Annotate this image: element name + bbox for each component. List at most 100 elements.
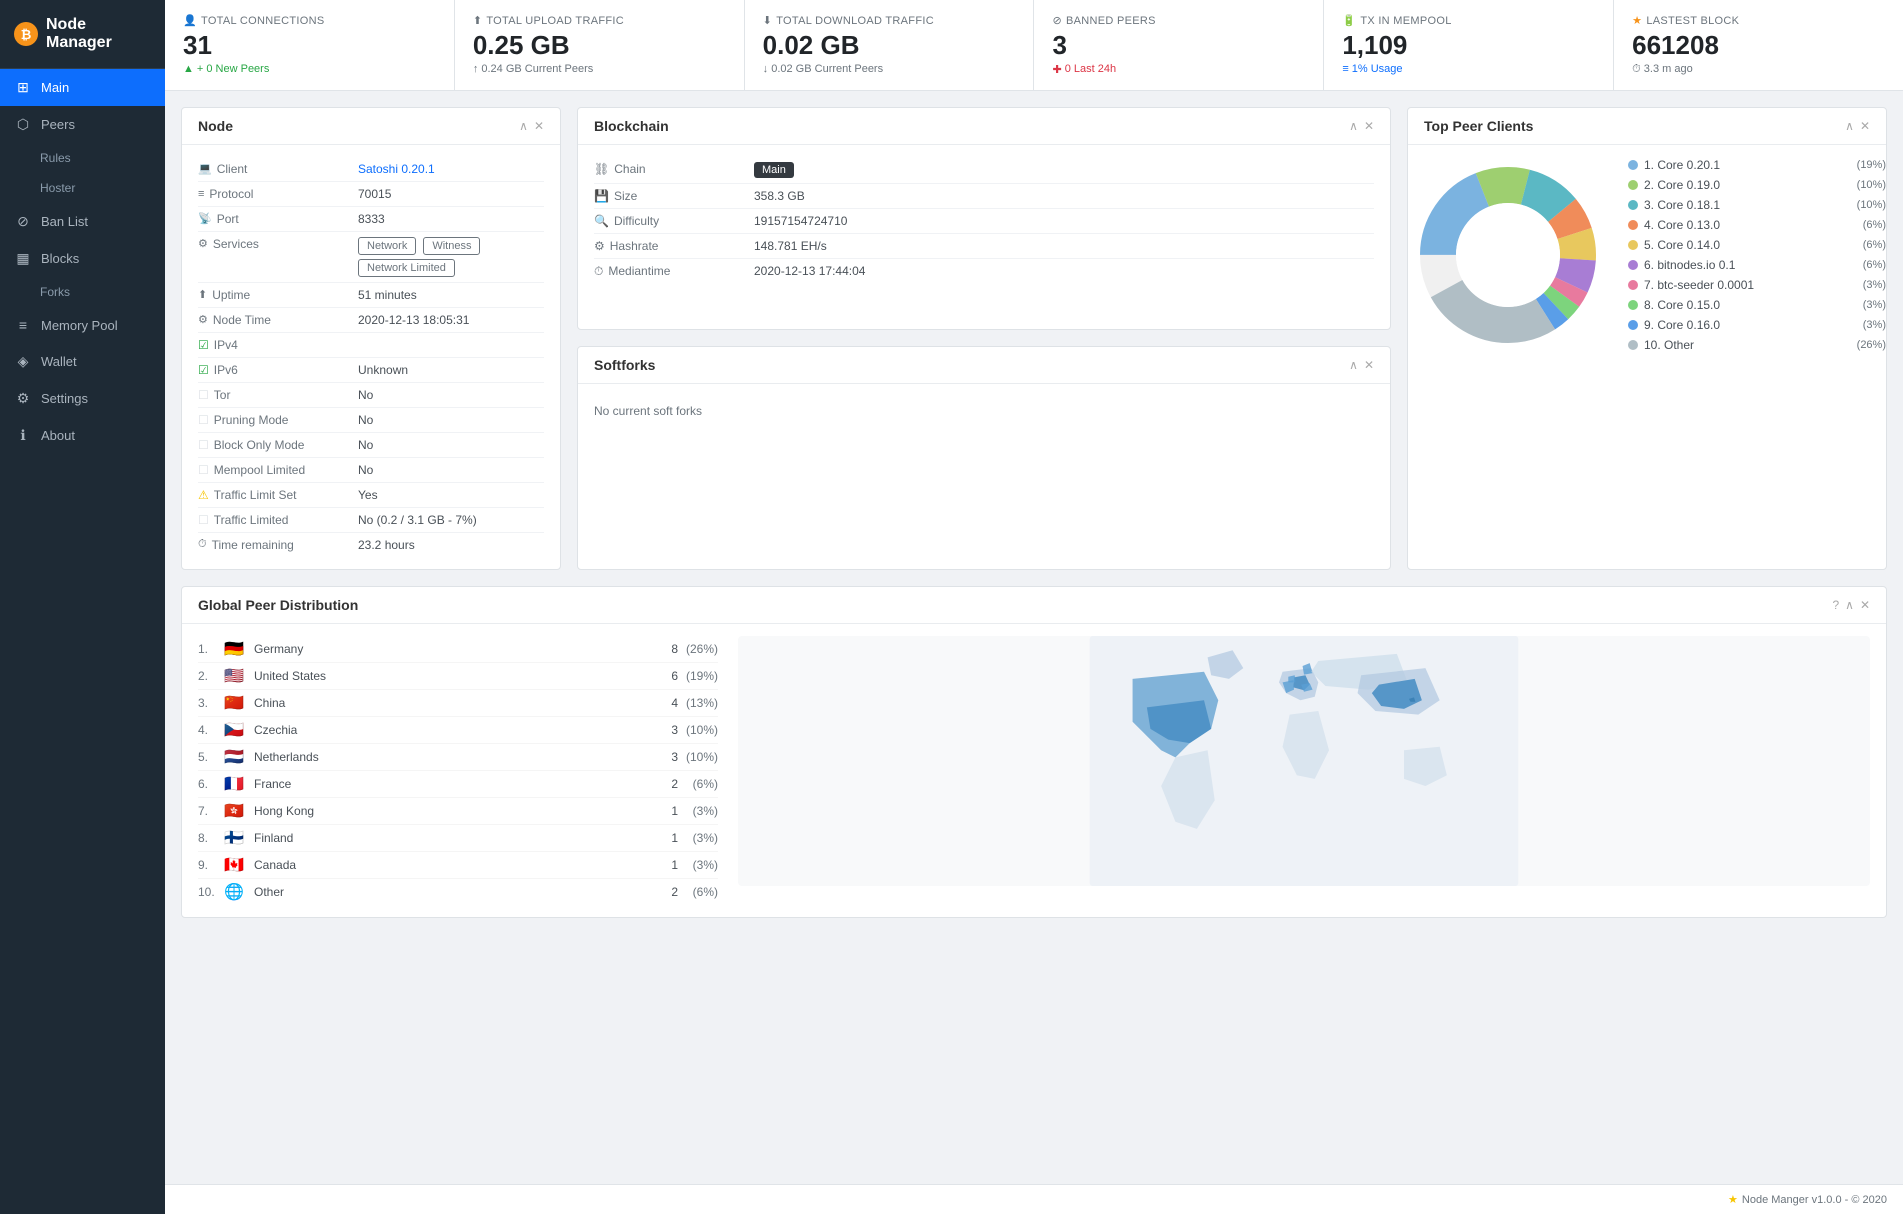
peer-name: 6. bitnodes.io 0.1 — [1644, 258, 1863, 272]
softforks-empty: No current soft forks — [594, 396, 1374, 426]
stat-connections-sub: ▲ + 0 New Peers — [183, 63, 436, 75]
tor-icon: ☐ — [198, 388, 209, 402]
peer-pct: (3%) — [1863, 299, 1886, 311]
sidebar-item-rules[interactable]: Rules — [0, 143, 165, 173]
pruning-label: ☐ Pruning Mode — [198, 413, 358, 427]
sidebar: ₿ Node Manager ⊞ Main ⬡ Peers Rules Host… — [0, 0, 165, 1214]
dist-row: 4. 🇨🇿 Czechia 3 (10%) — [198, 717, 718, 744]
blockchain-close-icon[interactable]: ✕ — [1364, 119, 1374, 133]
peer-pct: (6%) — [1863, 259, 1886, 271]
peer-pct: (6%) — [1863, 239, 1886, 251]
peer-pct: (3%) — [1863, 279, 1886, 291]
upload-icon: ⬆ — [473, 14, 483, 27]
ipv6-value: Unknown — [358, 363, 544, 377]
node-info-services: ⚙ Services Network Witness Network Limit… — [198, 232, 544, 283]
difficulty-value: 19157154724710 — [754, 214, 1374, 228]
peer-list-item: 2. Core 0.19.0 (10%) — [1628, 175, 1886, 195]
peer-dist-help-icon[interactable]: ? — [1832, 598, 1839, 612]
arrow-up-icon: ▲ — [183, 63, 194, 75]
peer-dot — [1628, 320, 1638, 330]
dist-flag: 🇨🇦 — [222, 857, 246, 873]
dist-country: China — [254, 696, 648, 710]
peer-name: 7. btc-seeder 0.0001 — [1644, 278, 1863, 292]
stat-banned-label: ⊘ Banned Peers — [1052, 14, 1305, 27]
top-peers-collapse-icon[interactable]: ∧ — [1845, 119, 1854, 133]
dist-count: 1 — [648, 831, 678, 845]
top-peers-header: Top Peer Clients ∧ ✕ — [1408, 108, 1886, 145]
stat-connections-label: 👤 Total Connections — [183, 14, 436, 27]
dist-pct: (10%) — [678, 750, 718, 764]
content-area: Node ∧ ✕ 💻 Client Satoshi 0.20.1 — [165, 91, 1903, 1184]
blockchain-card: Blockchain ∧ ✕ ⛓ Chain — [577, 107, 1391, 331]
peer-list-item: 6. bitnodes.io 0.1 (6%) — [1628, 255, 1886, 275]
port-value: 8333 — [358, 212, 544, 226]
softforks-close-icon[interactable]: ✕ — [1364, 358, 1374, 372]
sidebar-item-about[interactable]: ℹ About — [0, 417, 165, 454]
sidebar-item-main[interactable]: ⊞ Main — [0, 69, 165, 106]
node-info-ipv6: ☑ IPv6 Unknown — [198, 358, 544, 383]
peer-dist-controls: ? ∧ ✕ — [1832, 598, 1870, 612]
peer-list-item: 3. Core 0.18.1 (10%) — [1628, 195, 1886, 215]
peer-dot — [1628, 220, 1638, 230]
size-icon: 💾 — [594, 189, 609, 203]
node-info-client: 💻 Client Satoshi 0.20.1 — [198, 157, 544, 182]
dist-count: 8 — [648, 642, 678, 656]
chain-label: ⛓ Chain — [594, 162, 754, 176]
collapse-icon[interactable]: ∧ — [519, 119, 528, 133]
stat-download-value: 0.02 GB — [763, 31, 1016, 60]
dist-flag: 🇨🇳 — [222, 695, 246, 711]
sidebar-item-hoster[interactable]: Hoster — [0, 173, 165, 203]
blockchain-collapse-icon[interactable]: ∧ — [1349, 119, 1358, 133]
blockchain-card-body: ⛓ Chain Main 💾 Size — [578, 145, 1390, 296]
services-label: ⚙ Services — [198, 237, 358, 251]
protocol-label: ≡ Protocol — [198, 187, 358, 201]
footer-icon: ★ — [1728, 1193, 1738, 1206]
peer-dist-close-icon[interactable]: ✕ — [1860, 598, 1870, 612]
sidebar-item-blocks[interactable]: ▦ Blocks — [0, 240, 165, 277]
softforks-collapse-icon[interactable]: ∧ — [1349, 358, 1358, 372]
dist-pct: (10%) — [678, 723, 718, 737]
app-logo: ₿ Node Manager — [0, 0, 165, 69]
dist-rank: 6. — [198, 777, 222, 791]
sidebar-item-ban-list[interactable]: ⊘ Ban List — [0, 203, 165, 240]
top-peers-close-icon[interactable]: ✕ — [1860, 119, 1870, 133]
node-info-ipv4: ☑ IPv4 — [198, 333, 544, 358]
connections-icon: 👤 — [183, 14, 197, 27]
chain-icon: ⛓ — [594, 162, 609, 176]
node-info-pruning: ☐ Pruning Mode No — [198, 408, 544, 433]
mempool-limited-label: ☐ Mempool Limited — [198, 463, 358, 477]
donut-chart — [1408, 155, 1608, 355]
peer-list-item: 8. Core 0.15.0 (3%) — [1628, 295, 1886, 315]
node-info-protocol: ≡ Protocol 70015 — [198, 182, 544, 207]
dist-flag: 🇫🇮 — [222, 830, 246, 846]
sidebar-item-label: Blocks — [41, 251, 79, 266]
dist-count: 2 — [648, 777, 678, 791]
peer-dot — [1628, 240, 1638, 250]
mempool-stat-icon: 🔋 — [1342, 14, 1356, 27]
sidebar-item-settings[interactable]: ⚙ Settings — [0, 380, 165, 417]
sidebar-item-wallet[interactable]: ◈ Wallet — [0, 343, 165, 380]
nodetime-label: ⚙ Node Time — [198, 313, 358, 327]
wallet-icon: ◈ — [14, 353, 32, 370]
sidebar-item-forks[interactable]: Forks — [0, 277, 165, 307]
dist-row: 1. 🇩🇪 Germany 8 (26%) — [198, 636, 718, 663]
blockchain-mediantime: ⏱ Mediantime 2020-12-13 17:44:04 — [594, 259, 1374, 284]
dist-country: United States — [254, 669, 648, 683]
uptime-value: 51 minutes — [358, 288, 544, 302]
ipv6-check-icon: ☑ — [198, 363, 209, 377]
badge-network-limited: Network Limited — [358, 259, 455, 277]
peers-icon: ⬡ — [14, 116, 32, 133]
peer-dot — [1628, 160, 1638, 170]
peer-dist-collapse-icon[interactable]: ∧ — [1845, 598, 1854, 612]
dist-pct: (26%) — [678, 642, 718, 656]
softforks-card-title: Softforks — [594, 357, 655, 373]
dist-country: Netherlands — [254, 750, 648, 764]
hashrate-label: ⚙ Hashrate — [594, 239, 754, 253]
traffic-limit-set-value: Yes — [358, 488, 544, 502]
sidebar-item-peers[interactable]: ⬡ Peers — [0, 106, 165, 143]
blockchain-chain: ⛓ Chain Main — [594, 157, 1374, 184]
mempool-icon: ≡ — [14, 317, 32, 333]
sidebar-item-memory-pool[interactable]: ≡ Memory Pool — [0, 307, 165, 343]
close-icon[interactable]: ✕ — [534, 119, 544, 133]
peer-dot — [1628, 180, 1638, 190]
